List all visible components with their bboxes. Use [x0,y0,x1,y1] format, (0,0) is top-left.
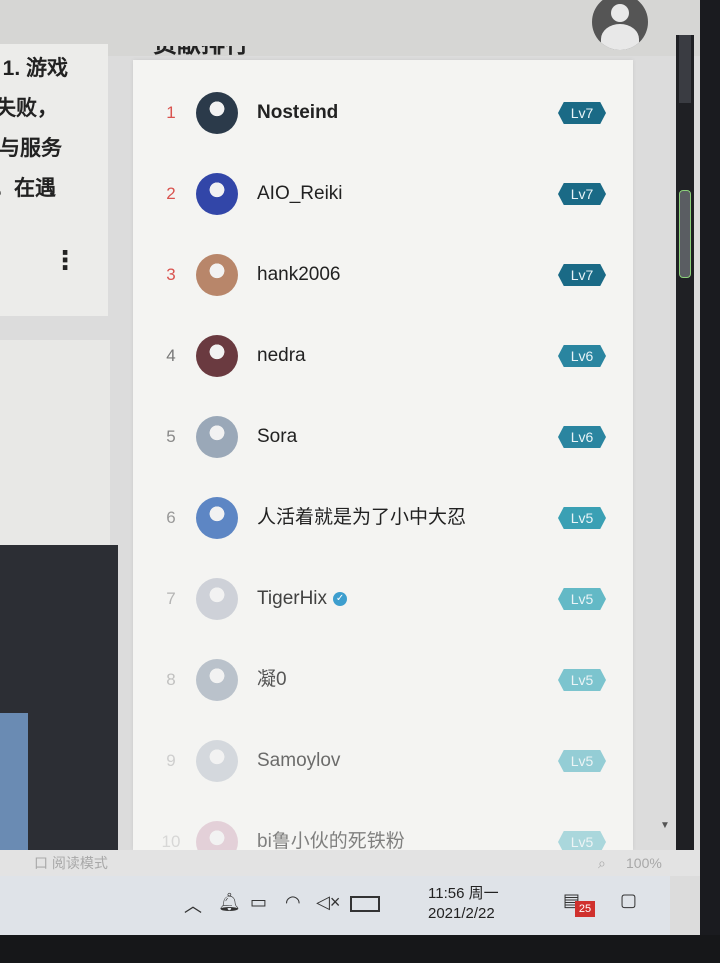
rank-number: 8 [166,670,176,689]
username-text: Nosteind [257,102,339,123]
article-image[interactable] [0,545,118,850]
scrollbar-thumb[interactable] [679,190,691,278]
article-text-line: 1. 游戏 [2,57,68,80]
username-link[interactable]: Samoylov [257,731,340,791]
username-text: 凝0 [257,669,287,690]
user-avatar[interactable] [592,0,648,50]
username-link[interactable]: hank2006 [257,245,340,305]
browser-status-bar: 口 阅读模式 ⌕ 100% [0,850,700,876]
level-badge: Lv7 [558,183,606,205]
notification-bell-icon[interactable]: 🔔︎ [218,892,241,913]
show-hidden-icons-icon[interactable]: ︿ [184,892,202,918]
monitor-frame-bottom [0,935,720,963]
username-link[interactable]: AIO_Reiki [257,164,343,224]
user-avatar[interactable] [196,335,238,377]
user-avatar[interactable] [196,497,238,539]
leaderboard-row[interactable]: 9 Samoylov Lv5 [133,731,633,791]
reading-mode-button[interactable]: 口 阅读模式 [34,850,108,876]
username-text: hank2006 [257,264,341,285]
username-text: AIO_Reiki [257,183,343,204]
monitor-frame-right [700,0,720,963]
username-text: nedra [257,345,306,366]
level-badge: Lv6 [558,426,606,448]
article-text-line: 失败， [0,97,58,120]
more-options-icon[interactable]: ⋮ [52,247,78,288]
user-avatar-head-icon [611,4,629,22]
username-link[interactable]: Nosteind [257,83,338,143]
user-avatar[interactable] [196,173,238,215]
action-center-icon[interactable]: ▢ [620,890,637,911]
keyboard-icon[interactable] [350,896,380,912]
rank-number: 7 [166,589,176,608]
username-link[interactable]: nedra [257,326,306,386]
leaderboard-row[interactable]: 8 凝0 Lv5 [133,650,633,710]
level-badge: Lv6 [558,345,606,367]
article-text-line: 。在遇 [0,177,56,200]
level-badge: Lv7 [558,264,606,286]
username-text: bi鲁小伙的死铁粉 [257,831,405,852]
screen: 1. 游戏 失败， 与服务 。在遇 ⋮ 贡献排行 1 Nosteind Lv7 2 AI… [0,0,700,935]
username-text: TigerHix [257,588,328,609]
username-link[interactable]: 凝0 [257,650,287,710]
leaderboard-row[interactable]: 1 Nosteind Lv7 [133,83,633,143]
level-badge: Lv5 [558,507,606,529]
scrollbar-segment [679,35,691,103]
rank-number: 6 [166,508,176,527]
battery-icon[interactable]: ▭ [250,892,267,913]
scrollbar-track[interactable] [676,35,694,850]
rank-number: 2 [166,184,176,203]
username-text: Sora [257,426,298,447]
user-avatar[interactable] [196,578,238,620]
rank-number: 9 [166,751,176,770]
clock-time[interactable]: 11:56 周一 [428,882,499,903]
leaderboard-row[interactable]: 3 hank2006 Lv7 [133,245,633,305]
user-avatar[interactable] [196,659,238,701]
scroll-down-arrow-icon[interactable]: ▼ [660,820,670,831]
user-avatar[interactable] [196,740,238,782]
taskbar: ︿ 🔔︎ ▭ ◠ ◁× 11:56 周一 2021/2/22 ▤ 25 ▢ [0,876,670,935]
leaderboard-row[interactable]: 2 AIO_Reiki Lv7 [133,164,633,224]
leaderboard-panel: 贡献排行 1 Nosteind Lv7 2 AIO_Reiki Lv7 3 hank2006 L… [133,46,633,863]
username-link[interactable]: Sora [257,407,297,467]
zoom-level[interactable]: 100% [626,850,662,876]
article-image-detail [0,713,28,850]
username-text: 人活着就是为了小中大忍 [257,507,467,528]
level-badge: Lv5 [558,588,606,610]
rank-number: 1 [166,103,176,122]
leaderboard-title: 贡献排行 [153,46,249,60]
leaderboard-row[interactable]: 6 人活着就是为了小中大忍 Lv5 [133,488,633,548]
leaderboard-row[interactable]: 4 nedra Lv6 [133,326,633,386]
article-text-line: 与服务 [0,137,62,160]
wifi-icon[interactable]: ◠ [285,892,301,913]
username-link[interactable]: 人活着就是为了小中大忍 [257,488,466,548]
zoom-icon[interactable]: ⌕ [598,850,606,876]
user-avatar[interactable] [196,92,238,134]
level-badge: Lv5 [558,750,606,772]
clock-date[interactable]: 2021/2/22 [428,905,495,922]
notification-badge: 25 [575,901,595,917]
leaderboard-row[interactable]: 5 Sora Lv6 [133,407,633,467]
username-text: Samoylov [257,750,341,771]
rank-number: 3 [166,265,176,284]
username-link[interactable]: TigerHix ✓ [257,569,348,629]
rank-number: 4 [166,346,176,365]
rank-number: 5 [166,427,176,446]
level-badge: Lv5 [558,669,606,691]
article-card-2[interactable] [0,340,110,545]
user-avatar-body-icon [601,24,639,50]
level-badge: Lv7 [558,102,606,124]
user-avatar[interactable] [196,254,238,296]
article-card[interactable]: 1. 游戏 失败， 与服务 。在遇 ⋮ [0,44,108,316]
user-avatar[interactable] [196,416,238,458]
leaderboard-row[interactable]: 7 TigerHix ✓ Lv5 [133,569,633,629]
volume-muted-icon[interactable]: ◁× [316,892,340,913]
verified-badge-icon: ✓ [333,591,348,606]
